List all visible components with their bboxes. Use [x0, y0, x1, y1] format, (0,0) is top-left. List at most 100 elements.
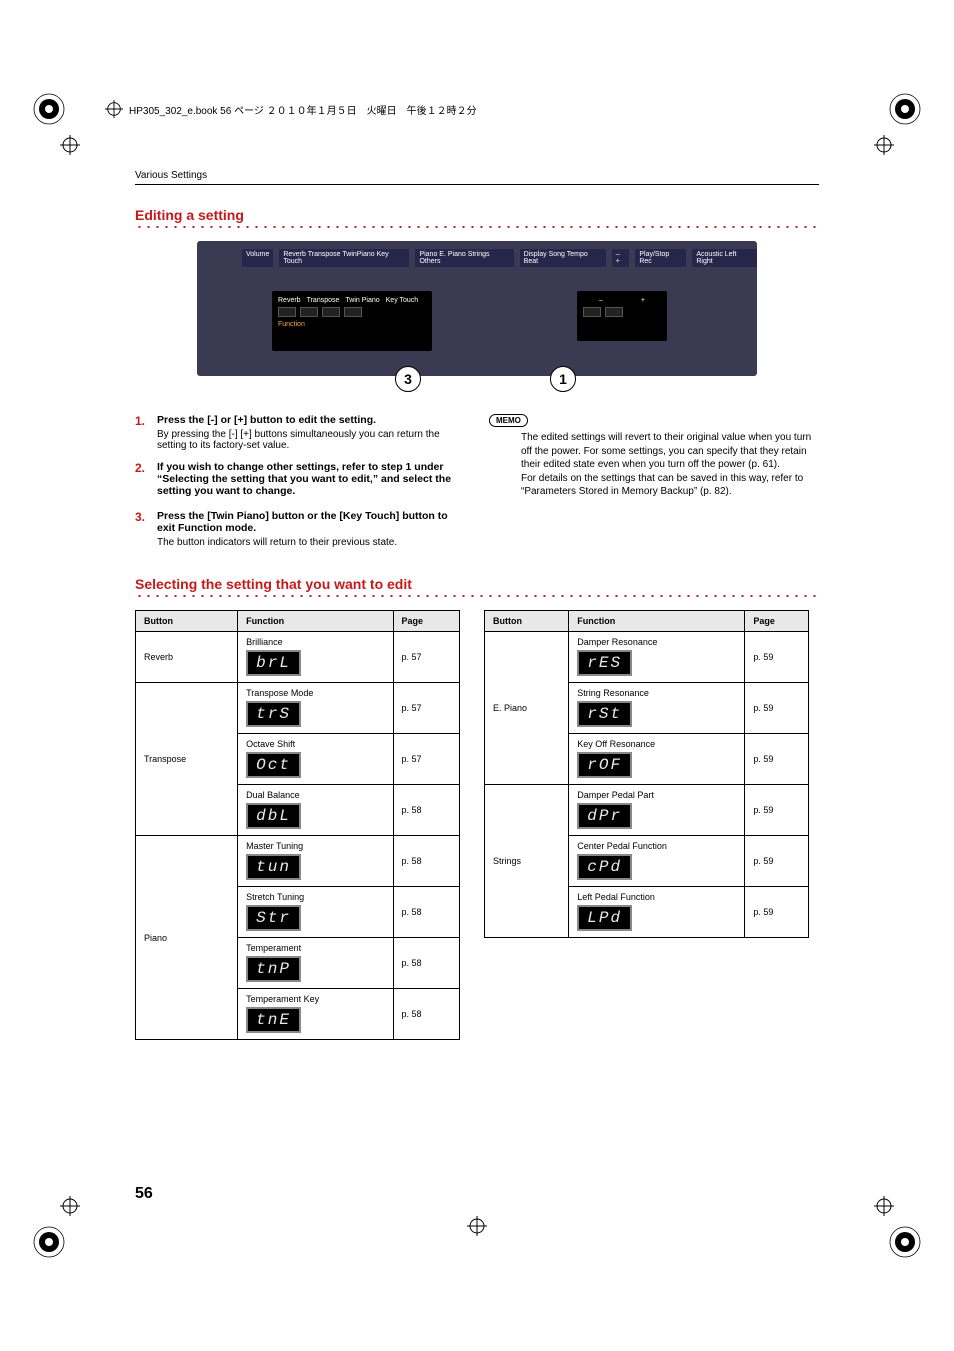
- cell-page: p. 59: [745, 836, 809, 887]
- step-heading: Press the [-] or [+] button to edit the …: [157, 414, 465, 426]
- cell-page: p. 59: [745, 683, 809, 734]
- cell-page: p. 57: [393, 734, 459, 785]
- lcd-display: dbL: [246, 803, 301, 829]
- step-body: By pressing the [-] [+] buttons simultan…: [157, 429, 465, 451]
- cell-button: Reverb: [136, 632, 238, 683]
- cell-function: Damper ResonancerES: [569, 632, 745, 683]
- function-table-right: Button Function Page E. PianoDamper Reso…: [484, 610, 809, 938]
- panel-strip-seg: Reverb Transpose TwinPiano Key Touch: [279, 249, 409, 267]
- left-column: 1. Press the [-] or [+] button to edit t…: [135, 414, 465, 558]
- cell-page: p. 58: [393, 938, 459, 989]
- lcd-display: tnE: [246, 1007, 301, 1033]
- cell-function: Dual BalancedbL: [238, 785, 393, 836]
- cell-page: p. 58: [393, 989, 459, 1040]
- crop-circle-bottom-right: [888, 1225, 922, 1259]
- memo-text: For details on the settings that can be …: [521, 472, 819, 499]
- cell-page: p. 59: [745, 632, 809, 683]
- cell-page: p. 59: [745, 887, 809, 938]
- th-function: Function: [238, 611, 393, 632]
- crop-circle-top-right: [888, 92, 922, 126]
- cell-page: p. 59: [745, 734, 809, 785]
- cell-function: TemperamenttnP: [238, 938, 393, 989]
- lcd-display: rSt: [577, 701, 632, 727]
- cell-page: p. 57: [393, 632, 459, 683]
- crop-circle-top-left: [32, 92, 66, 126]
- section-heading-editing: Editing a setting: [135, 207, 819, 223]
- th-page: Page: [393, 611, 459, 632]
- callout-3: 3: [395, 366, 421, 392]
- cell-function: Stretch TuningStr: [238, 887, 393, 938]
- cell-page: p. 58: [393, 785, 459, 836]
- cell-function: Transpose ModetrS: [238, 683, 393, 734]
- cell-function: Octave ShiftOct: [238, 734, 393, 785]
- cell-page: p. 57: [393, 683, 459, 734]
- th-page: Page: [745, 611, 809, 632]
- label-plus: +: [641, 297, 645, 304]
- label-minus: –: [599, 297, 603, 304]
- memo-badge: MEMO: [489, 414, 528, 427]
- label-key-touch: Key Touch: [386, 297, 419, 304]
- running-header: Various Settings: [135, 170, 819, 181]
- step-number: 3.: [135, 510, 149, 548]
- zoom-panoom-function-buttons: Reverb Transpose Twin Piano Key Touch Fu…: [272, 291, 432, 351]
- running-rule: [135, 184, 819, 185]
- cell-button: Transpose: [136, 683, 238, 836]
- lcd-display: Str: [246, 905, 301, 931]
- registration-mark: [60, 1196, 80, 1216]
- callout-1: 1: [550, 366, 576, 392]
- panel-strip-seg: Display Song Tempo Beat: [520, 249, 606, 267]
- panel-strip-seg: Volume: [242, 249, 273, 267]
- crop-header-text: HP305_302_e.book 56 ページ ２０１０年１月５日 火曜日 午後…: [129, 102, 477, 117]
- panel-strip-seg: Acoustic Left Right: [692, 249, 757, 267]
- label-function: Function: [278, 321, 426, 328]
- lcd-display: dPr: [577, 803, 632, 829]
- panel-strip-seg: Piano E. Piano Strings Others: [415, 249, 513, 267]
- page-number: 56: [135, 1185, 153, 1203]
- cell-button: E. Piano: [485, 632, 569, 785]
- registration-mark-bottom-center: [467, 1216, 487, 1241]
- label-transpose: Transpose: [307, 297, 340, 304]
- cell-page: p. 58: [393, 836, 459, 887]
- lcd-display: tnP: [246, 956, 301, 982]
- th-button: Button: [485, 611, 569, 632]
- registration-mark: [60, 135, 80, 155]
- panel-strip-seg: – +: [612, 249, 630, 267]
- cell-function: Damper Pedal PartdPr: [569, 785, 745, 836]
- step-heading: If you wish to change other settings, re…: [157, 461, 465, 497]
- th-button: Button: [136, 611, 238, 632]
- right-column: MEMO The edited settings will revert to …: [489, 414, 819, 558]
- step-number: 1.: [135, 414, 149, 451]
- step-heading: Press the [Twin Piano] button or the [Ke…: [157, 510, 465, 534]
- lcd-display: tun: [246, 854, 301, 880]
- function-table-left: Button Function Page ReverbBrilliancebrL…: [135, 610, 460, 1040]
- registration-mark: [874, 1196, 894, 1216]
- cell-function: Center Pedal FunctioncPd: [569, 836, 745, 887]
- cell-function: BrilliancebrL: [238, 632, 393, 683]
- cell-function: Temperament KeytnE: [238, 989, 393, 1040]
- panel-strip-seg: Play/Stop Rec: [635, 249, 686, 267]
- registration-mark: [874, 135, 894, 155]
- lcd-display: rES: [577, 650, 632, 676]
- lcd-display: rOF: [577, 752, 632, 778]
- memo-text: The edited settings will revert to their…: [521, 431, 819, 472]
- label-twin-piano: Twin Piano: [345, 297, 379, 304]
- cell-function: Master Tuningtun: [238, 836, 393, 887]
- cell-button: Piano: [136, 836, 238, 1040]
- label-reverb: Reverb: [278, 297, 301, 304]
- panel-diagram: Volume Reverb Transpose TwinPiano Key To…: [197, 241, 757, 376]
- cell-page: p. 58: [393, 887, 459, 938]
- dot-rule: [135, 594, 819, 598]
- cell-function: String ResonancerSt: [569, 683, 745, 734]
- lcd-display: Oct: [246, 752, 301, 778]
- step-number: 2.: [135, 461, 149, 500]
- cell-button: Strings: [485, 785, 569, 938]
- crop-header: HP305_302_e.book 56 ページ ２０１０年１月５日 火曜日 午後…: [105, 100, 477, 118]
- dot-rule: [135, 225, 819, 229]
- cell-function: Key Off ResonancerOF: [569, 734, 745, 785]
- lcd-display: brL: [246, 650, 301, 676]
- th-function: Function: [569, 611, 745, 632]
- lcd-display: cPd: [577, 854, 632, 880]
- cell-function: Left Pedal FunctionLPd: [569, 887, 745, 938]
- crop-circle-bottom-left: [32, 1225, 66, 1259]
- step-body: The button indicators will return to the…: [157, 537, 465, 548]
